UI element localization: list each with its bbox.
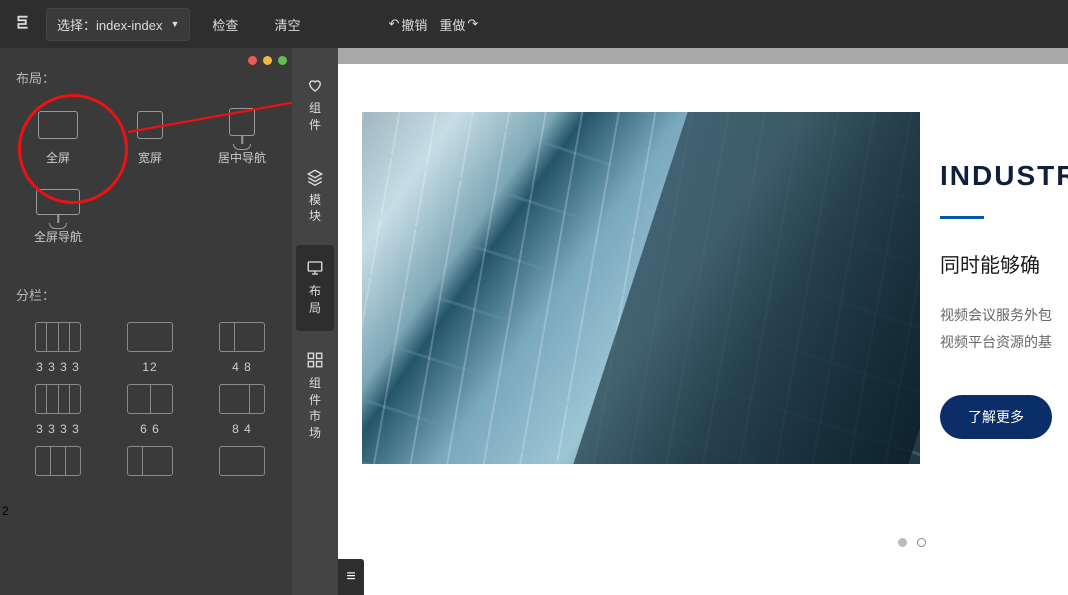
hero-copy: INDUSTR 同时能够确 视频会议服务外包 视频平台资源的基 了解更多 — [940, 160, 1068, 439]
col-84[interactable]: 8 4 — [200, 384, 284, 436]
col-icon — [127, 446, 173, 476]
layout-center-nav[interactable]: 居中导航 — [200, 105, 284, 172]
col-icon — [219, 322, 265, 352]
col-66[interactable]: 6 6 — [108, 384, 192, 436]
traffic-close-icon[interactable] — [248, 56, 257, 65]
col-icon — [219, 384, 265, 414]
carousel-dots — [898, 538, 926, 547]
heart-icon — [306, 76, 324, 94]
col-label: 3 3 3 3 — [36, 360, 80, 374]
layout-fullscreen[interactable]: 全屏 — [16, 105, 100, 172]
panel-toggle-button[interactable]: ≡ — [338, 559, 364, 595]
col-icon — [35, 384, 81, 414]
history-controls: ↶ 撤销 重做 ↷ — [384, 11, 482, 38]
window-traffic-lights — [248, 56, 340, 65]
col-label: 8 4 — [232, 422, 252, 436]
layout-section-label: 布局： — [16, 68, 284, 87]
center-nav-icon — [229, 108, 255, 136]
layout-wide[interactable]: 宽屏 — [108, 105, 192, 172]
ruler-marker: 2 — [2, 504, 9, 518]
col-x1[interactable] — [16, 446, 100, 484]
canvas[interactable]: INDUSTR 同时能够确 视频会议服务外包 视频平台资源的基 了解更多 — [338, 48, 1068, 595]
inspect-button[interactable]: 检查 — [198, 9, 252, 40]
caret-down-icon: ▼ — [171, 19, 180, 29]
page-selector[interactable]: 选择：index-index ▼ — [46, 8, 190, 41]
col-x2[interactable] — [108, 446, 192, 484]
col-label: 12 — [142, 360, 157, 374]
rail-layout[interactable]: 布局 — [296, 245, 334, 331]
rail-label: 布局 — [308, 283, 322, 317]
page-selector-label: 选择：index-index — [57, 15, 163, 34]
traffic-max-icon[interactable] — [278, 56, 287, 65]
col-icon — [127, 322, 173, 352]
cta-button[interactable]: 了解更多 — [940, 395, 1052, 439]
fullscreen-icon — [38, 111, 78, 139]
hero-image — [362, 112, 920, 464]
hero-subheading: 同时能够确 — [940, 249, 1068, 278]
col-48[interactable]: 4 8 — [200, 322, 284, 374]
col-icon — [219, 446, 265, 476]
topbar: 选择：index-index ▼ 检查 清空 ↶ 撤销 重做 ↷ — [0, 0, 1068, 48]
app-logo — [8, 9, 38, 39]
layout-grid: 全屏 宽屏 居中导航 全屏导航 — [16, 105, 284, 251]
carousel-dot[interactable] — [917, 538, 926, 547]
fullscreen-nav-icon — [36, 189, 80, 215]
layout-label: 居中导航 — [218, 149, 266, 166]
layout-label: 宽屏 — [138, 149, 162, 166]
rail-label: 组件 — [308, 100, 322, 134]
columns-section-label: 分栏： — [16, 285, 284, 304]
col-icon — [35, 322, 81, 352]
col-3333b[interactable]: 3 3 3 3 — [16, 384, 100, 436]
body-line: 视频会议服务外包 — [940, 302, 1068, 329]
undo-label: 撤销 — [401, 15, 427, 34]
col-12[interactable]: 12 — [108, 322, 192, 374]
clear-button[interactable]: 清空 — [260, 9, 314, 40]
col-icon — [35, 446, 81, 476]
undo-icon: ↶ — [388, 16, 399, 32]
col-label: 4 8 — [232, 360, 252, 374]
layers-icon — [306, 168, 324, 186]
grid-icon — [306, 351, 324, 369]
rail-label: 组件市场 — [308, 375, 322, 442]
col-icon — [127, 384, 173, 414]
col-label: 6 6 — [140, 422, 160, 436]
side-rail: 组件 模块 布局 组件市场 — [292, 48, 338, 595]
left-panel: 布局： 全屏 宽屏 居中导航 全屏导航 分栏： 3 3 3 3 12 4 8 — [0, 48, 292, 595]
col-x3[interactable] — [200, 446, 284, 484]
redo-button[interactable]: 重做 ↷ — [435, 11, 482, 38]
col-label: 3 3 3 3 — [36, 422, 80, 436]
rail-components[interactable]: 组件 — [292, 62, 338, 148]
wide-icon — [137, 111, 163, 139]
monitor-icon — [306, 259, 324, 277]
carousel-dot[interactable] — [898, 538, 907, 547]
body-line: 视频平台资源的基 — [940, 329, 1068, 356]
layout-label: 全屏导航 — [34, 228, 82, 245]
layout-fullscreen-nav[interactable]: 全屏导航 — [16, 186, 100, 251]
menu-icon: ≡ — [346, 568, 355, 586]
columns-grid: 3 3 3 3 12 4 8 3 3 3 3 6 6 8 4 — [16, 322, 284, 484]
redo-icon: ↷ — [467, 16, 478, 32]
redo-label: 重做 — [439, 15, 465, 34]
page-preview[interactable]: INDUSTR 同时能够确 视频会议服务外包 视频平台资源的基 了解更多 — [338, 64, 1068, 595]
traffic-min-icon[interactable] — [263, 56, 272, 65]
heading-underline — [940, 216, 984, 219]
rail-label: 模块 — [308, 192, 322, 226]
layout-label: 全屏 — [46, 149, 70, 166]
rail-modules[interactable]: 模块 — [292, 154, 338, 240]
rail-market[interactable]: 组件市场 — [292, 337, 338, 456]
undo-button[interactable]: ↶ 撤销 — [384, 11, 431, 38]
hero-heading: INDUSTR — [940, 160, 1068, 192]
hero-body: 视频会议服务外包 视频平台资源的基 — [940, 302, 1068, 355]
col-3333[interactable]: 3 3 3 3 — [16, 322, 100, 374]
